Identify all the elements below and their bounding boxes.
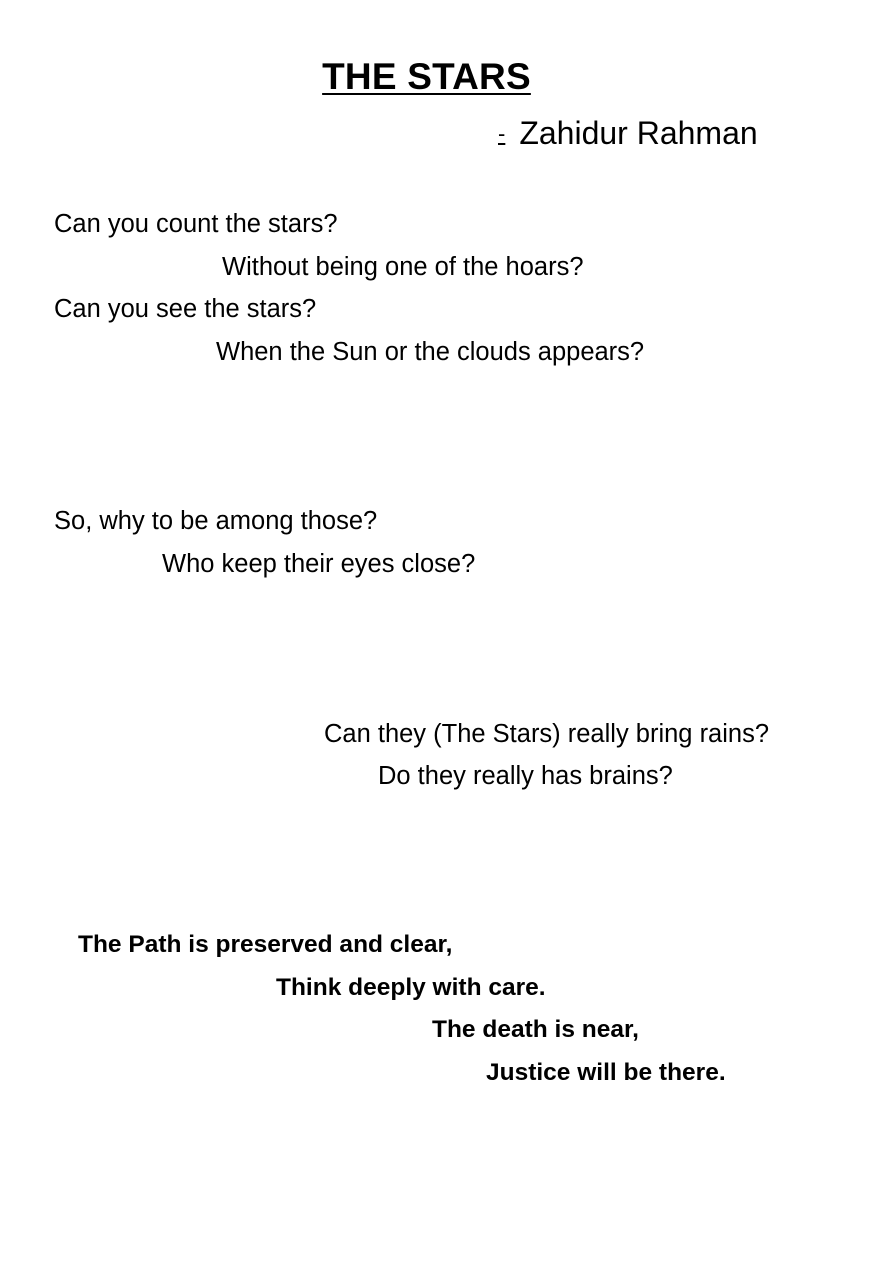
author-dash: -: [498, 121, 506, 146]
stanza-4-line-1: The Path is preserved and clear,: [78, 931, 453, 958]
stanza-4-line-2: Think deeply with care.: [276, 974, 546, 1001]
stanza-1-line-1: Can you count the stars?: [54, 210, 338, 238]
stanza-2-line-2: Who keep their eyes close?: [162, 550, 476, 578]
author-line: - Zahidur Rahman: [498, 115, 758, 152]
stanza-1-line-2: Without being one of the hoars?: [222, 253, 584, 281]
stanza-1-line-4: When the Sun or the clouds appears?: [216, 338, 645, 366]
stanza-3-line-2: Do they really has brains?: [378, 762, 673, 790]
stanza-4-line-4: Justice will be there.: [486, 1059, 726, 1086]
poem-title: THE STARS: [322, 56, 531, 97]
stanza-4-line-3: The death is near,: [432, 1016, 639, 1043]
author-name: Zahidur Rahman: [519, 115, 758, 151]
stanza-1-line-3: Can you see the stars?: [54, 295, 317, 323]
document-page: THE STARS - Zahidur Rahman Can you count …: [0, 0, 893, 1262]
stanza-3-line-1: Can they (The Stars) really bring rains?: [324, 720, 770, 748]
stanza-2-line-1: So, why to be among those?: [54, 507, 378, 535]
